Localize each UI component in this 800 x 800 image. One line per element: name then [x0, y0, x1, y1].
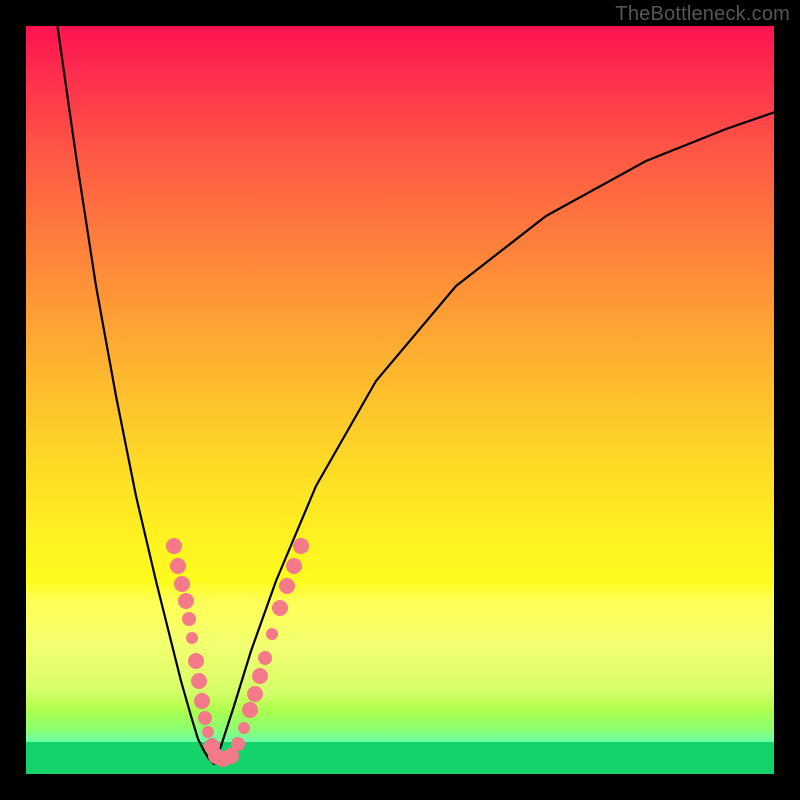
marker-dot	[247, 686, 263, 702]
marker-dot	[252, 668, 268, 684]
watermark-text: TheBottleneck.com	[615, 3, 790, 26]
marker-dot	[279, 578, 295, 594]
curve-left-branch	[56, 26, 214, 764]
marker-dot	[174, 576, 190, 592]
marker-dot	[194, 693, 210, 709]
marker-dot	[202, 726, 214, 738]
marker-dot	[170, 558, 186, 574]
marker-dot	[198, 711, 212, 725]
marker-dot	[286, 558, 302, 574]
marker-dot	[191, 673, 207, 689]
curve-right-branch	[214, 111, 774, 764]
bottleneck-curve	[26, 26, 774, 774]
marker-dot	[266, 628, 278, 640]
marker-dot	[166, 538, 182, 554]
chart-area	[26, 26, 774, 774]
marker-dot	[231, 737, 245, 751]
marker-dot	[258, 651, 272, 665]
marker-dot	[272, 600, 288, 616]
marker-dot	[188, 653, 204, 669]
marker-dot	[293, 538, 309, 554]
marker-dot	[242, 702, 258, 718]
marker-dot	[178, 593, 194, 609]
marker-dot	[186, 632, 198, 644]
marker-dot	[238, 722, 250, 734]
marker-dot	[182, 612, 196, 626]
